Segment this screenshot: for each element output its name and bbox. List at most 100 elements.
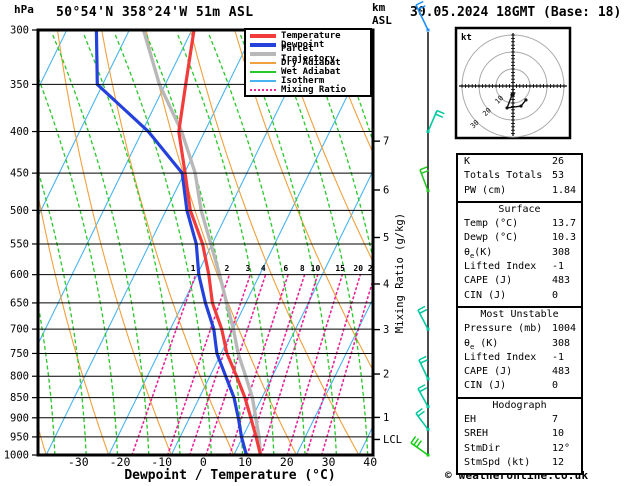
pressure-tick-label: 600 (10, 269, 29, 281)
hodograph-trace-point (524, 98, 528, 102)
stats-box-heading: Most Unstable (480, 308, 559, 320)
pressure-tick-label: 500 (10, 205, 29, 217)
stats-label: θe (K) (464, 337, 499, 351)
wind-barb-feather (419, 166, 428, 171)
stats-row: θe (K) 308 (458, 338, 581, 352)
stats-box-most-unstable: Most Unstable Pressure (mb) 1004 θe (K) 308 L… (456, 305, 583, 399)
wind-barb-feather (420, 358, 429, 364)
wind-barb-shaft (410, 442, 429, 456)
stats-row: StmDir 12° (458, 443, 581, 457)
wind-barb-feather (419, 308, 428, 314)
stats-value: 13.7 (552, 218, 577, 230)
wet-adiabat-line (333, 34, 372, 141)
stats-box-surface: Surface Temp (°C) 13.7 Dewp (°C) 10.3 θe(K) 30… (456, 200, 583, 308)
pressure-tick-label: 650 (10, 297, 29, 309)
pressure-tick-label: 850 (10, 392, 29, 404)
wind-barb (426, 109, 445, 134)
legend-box: Temperature Dewpoint Parcel Trajectory Dry … (244, 28, 372, 98)
wet-adiabat-line (39, 77, 119, 454)
stats-label: Dewp (°C) (464, 232, 519, 244)
legend-line-sample (250, 62, 276, 65)
stats-row: Dewp (°C) 10.3 (458, 232, 581, 246)
legend-line-sample (250, 79, 276, 82)
temp-tick-label: -10 (151, 455, 172, 469)
wind-barb-feather (417, 305, 426, 311)
wind-barb-feather (415, 0, 424, 6)
wind-barb-shaft (427, 110, 438, 132)
stats-row: K 26 (458, 156, 581, 170)
legend-item-mixing-ratio: Mixing Ratio (250, 84, 368, 95)
wet-adiabat-line (146, 34, 244, 454)
wet-adiabat-line (364, 34, 372, 53)
wind-barb-feather (416, 440, 423, 448)
stats-row: Temp (°C) 13.7 (458, 218, 581, 232)
stats-label: Lifted Index (464, 351, 537, 363)
temp-tick-label: 20 (280, 455, 294, 469)
mixing-ratio-value-label: 2 (225, 264, 230, 273)
stats-box-heading: Hodograph (492, 399, 547, 411)
stats-value: 483 (552, 366, 571, 378)
mixing-ratio-value-label: 4 (261, 264, 266, 273)
wind-barb-feather (419, 387, 428, 393)
temp-tick-label: 10 (238, 455, 252, 469)
hodograph-trace-point (519, 104, 523, 108)
stats-row: Lifted Index -1 (458, 352, 581, 366)
stats-box-indices: K 26 Totals Totals 53 PW (cm) 1.84 (456, 153, 583, 203)
stats-box-hodograph: Hodograph EH 7 SREH 10 StmDir 12° StmSpd (kt) 12 (456, 396, 583, 476)
temp-tick-label: 0 (200, 455, 207, 469)
hodograph: 102030kt (454, 26, 572, 140)
mixing-ratio-value-label: 8 (300, 264, 305, 273)
km-tick-label: 7 (383, 136, 389, 148)
legend-item-label: Mixing Ratio (281, 84, 347, 95)
stats-panels: K 26 Totals Totals 53 PW (cm) 1.84 Surface Temp… (456, 153, 583, 476)
temp-tick-label: 30 (322, 455, 336, 469)
pressure-tick-label: 350 (10, 79, 29, 91)
mixing-ratio-value-label: 20 (353, 264, 363, 273)
wet-adiabat-line (271, 34, 369, 454)
temp-tick-label: -20 (110, 455, 131, 469)
stats-row: CIN (J) 0 (458, 290, 581, 304)
wind-barb-feather (410, 436, 417, 444)
wind-barb-feather (417, 384, 426, 390)
wind-barb (415, 0, 430, 32)
stats-box-heading: Surface (498, 203, 541, 215)
wind-barb-shaft (415, 412, 429, 430)
stats-value: 12 (552, 456, 565, 468)
pressure-tick-label: 550 (10, 238, 29, 250)
mixing-ratio-value-label: 10 (311, 264, 321, 273)
mixing-ratio-line (131, 273, 197, 454)
wind-barb-feather (436, 109, 445, 115)
stats-label: EH (464, 414, 477, 426)
wind-barb-feather (413, 438, 420, 446)
mixing-ratio-value-label: 1 (191, 264, 196, 273)
stats-row: θe(K) 308 (458, 247, 581, 261)
stats-label: StmDir (464, 442, 501, 454)
stats-label: Lifted Index (464, 261, 537, 273)
km-tick-label: 1 (383, 412, 389, 424)
stats-row: SREH 10 (458, 428, 581, 442)
stats-label: CAPE (J) (464, 366, 513, 378)
pressure-tick-label: 300 (10, 25, 29, 37)
stats-label: PW (cm) (464, 184, 507, 196)
pressure-tick-label: 900 (10, 412, 29, 424)
skewt-sounding-app: hPa 50°54'N 358°24'W 51m ASL km ASL 30.0… (0, 0, 629, 486)
stats-label: θe(K) (464, 246, 493, 260)
stats-label: CIN (J) (464, 289, 507, 301)
pressure-tick-label: 750 (10, 348, 29, 360)
stats-row: EH 7 (458, 414, 581, 428)
wind-barb-feather (418, 355, 427, 361)
pressure-tick-label: 950 (10, 431, 29, 443)
legend-line-sample (250, 43, 276, 48)
wind-barb-shaft (415, 4, 429, 31)
pressure-tick-label: 700 (10, 324, 29, 336)
temp-tick-label: 40 (363, 455, 377, 469)
stats-row: CAPE (J) 483 (458, 275, 581, 289)
hodograph-trace-point (505, 106, 509, 110)
stats-value: 53 (552, 170, 565, 182)
dry-adiabat-line (101, 31, 234, 454)
mixing-ratio-axis-title: Mixing Ratio (g/kg) (394, 213, 406, 333)
km-tick-label: 3 (383, 324, 389, 336)
km-tick-label: 4 (383, 278, 389, 290)
wet-adiabat-line (239, 34, 337, 454)
pressure-tick-label: 800 (10, 371, 29, 383)
